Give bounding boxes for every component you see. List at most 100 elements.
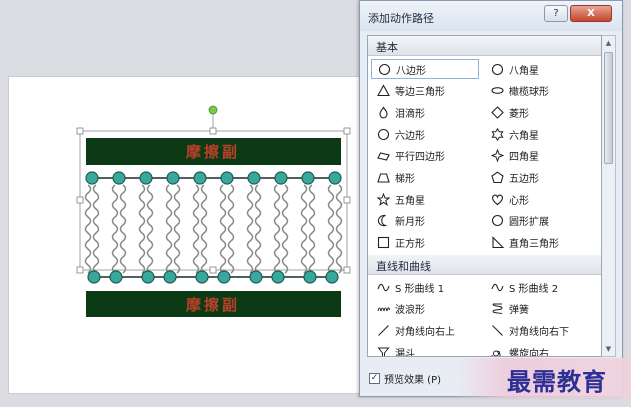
lipid-tail [227,184,235,274]
path-item[interactable]: 对角线向右上 [371,320,479,340]
path-item[interactable]: 心形 [485,189,593,209]
path-item-label: 平行四边形 [395,152,445,164]
parallelogram-icon [376,149,390,163]
lipid-tail [327,184,335,274]
diagonal-down-icon [490,323,504,337]
path-item-label: 漏斗 [395,348,415,357]
path-item[interactable]: 泪滴形 [371,102,479,122]
bottom-bead [163,270,177,284]
lipid-tail [84,184,92,274]
help-button[interactable]: ? [544,5,568,22]
path-item[interactable]: 五边形 [485,168,593,188]
star8-icon [490,62,504,76]
path-item-label: 五角星 [395,195,425,207]
path-item-label: 等边三角形 [395,87,445,99]
scroll-thumb[interactable] [604,52,613,164]
lipid-tail [92,184,100,274]
diagonal-up-icon [376,323,390,337]
path-item[interactable]: 八边形 [371,59,479,79]
path-item-label: 泪滴形 [395,108,425,120]
lipid-tail [273,184,281,274]
lipid-tail [146,184,154,274]
path-item-label: 对角线向右下 [509,326,569,338]
path-item[interactable]: 正方形 [371,233,479,253]
teardrop-icon [376,105,390,119]
top-bead [247,171,261,185]
path-item[interactable]: 弹簧 [485,299,593,319]
right-triangle-icon [490,236,504,250]
path-item[interactable]: 圆形扩展 [485,211,593,231]
path-item-label: 橄榄球形 [509,87,549,99]
preview-checkbox[interactable]: ✓ [369,373,380,384]
path-item[interactable]: 直角三角形 [485,233,593,253]
triangle-icon [376,84,390,98]
path-item[interactable]: 等边三角形 [371,81,479,101]
resize-handle [76,266,84,274]
path-item[interactable]: 波浪形 [371,299,479,319]
bottom-bead [141,270,155,284]
top-band-label: 摩擦副 [186,143,240,161]
square-icon [376,236,390,250]
preview-option[interactable]: ✓ 预览效果 (P) [369,371,441,386]
football-icon [490,84,504,98]
path-item[interactable]: 六边形 [371,124,479,144]
top-bead [328,171,342,185]
top-bead [139,171,153,185]
path-item[interactable]: 新月形 [371,211,479,231]
lipid-tail [308,184,316,274]
preview-label: 预览效果 (P) [384,375,442,386]
friction-pair-illustration[interactable]: 摩擦副 摩擦副 [9,77,364,395]
path-item[interactable]: 平行四边形 [371,146,479,166]
path-item-label: 新月形 [395,217,425,229]
section-header-basic: 基本 [368,36,601,56]
bottom-bead [325,270,339,284]
top-bead [301,171,315,185]
path-item[interactable]: S 形曲线 2 [485,277,593,297]
resize-handle [209,266,217,274]
path-item[interactable]: S 形曲线 1 [371,277,479,297]
resize-handle [343,266,351,274]
wave-icon [376,302,390,316]
close-button[interactable]: X [570,5,612,22]
path-item-label: S 形曲线 1 [395,283,445,295]
rotate-handle[interactable] [208,105,218,115]
add-motion-path-dialog: 添加动作路径 ? X 基本 直线和曲线 八边形等边三角形泪滴形六边形平行四边形梯… [359,0,623,397]
path-item[interactable]: 五角星 [371,189,479,209]
slide-canvas[interactable]: 摩擦副 摩擦副 [8,76,363,394]
resize-handle [209,127,217,135]
path-item[interactable]: 菱形 [485,102,593,122]
watermark-logo: 最需教育 [507,367,607,396]
diamond-icon [490,105,504,119]
path-item[interactable]: 对角线向右下 [485,320,593,340]
path-item-label: 菱形 [509,108,529,120]
dialog-titlebar[interactable]: 添加动作路径 ? X [360,1,622,31]
octagon-icon [377,62,391,76]
lipid-tail [119,184,127,274]
s-curve-icon [490,280,504,294]
path-item[interactable]: 六角星 [485,124,593,144]
circle-icon [490,214,504,228]
top-bead [193,171,207,185]
star5-icon [376,192,390,206]
path-item[interactable]: 漏斗 [371,342,479,357]
lipid-tail [173,184,181,274]
path-item[interactable]: 梯形 [371,168,479,188]
bottom-bead [87,270,101,284]
star6-icon [490,127,504,141]
path-item[interactable]: 橄榄球形 [485,81,593,101]
scroll-up-icon[interactable]: ▲ [602,36,615,50]
pentagon-icon [490,171,504,185]
path-item-label: 直角三角形 [509,239,559,251]
dialog-title: 添加动作路径 [368,12,434,25]
section-header-lines-curves: 直线和曲线 [368,255,601,275]
path-item-label: 对角线向右上 [395,326,455,338]
motion-path-list[interactable]: 基本 直线和曲线 八边形等边三角形泪滴形六边形平行四边形梯形五角星新月形正方形 八… [367,35,602,357]
path-item[interactable]: 八角星 [485,59,593,79]
list-scrollbar[interactable]: ▲ ▼ [602,35,616,357]
path-item[interactable]: 四角星 [485,146,593,166]
lipid-tail [200,184,208,274]
path-item-label: 弹簧 [509,305,529,317]
funnel-icon [376,345,390,356]
path-item[interactable]: 螺旋向右 [485,342,593,356]
scroll-down-icon[interactable]: ▼ [602,342,615,356]
